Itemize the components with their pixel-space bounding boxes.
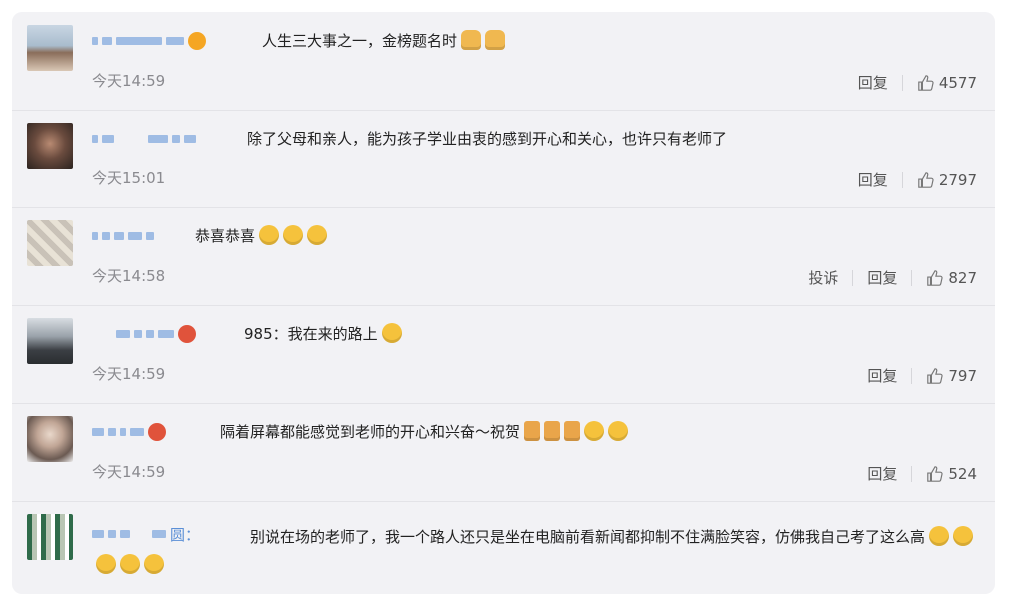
username-blurred[interactable]: [92, 225, 154, 247]
avatar[interactable]: [27, 25, 73, 71]
comment-item: 隔着屏幕都能感觉到老师的开心和兴奋～祝贺 今天14:59 回复 524: [12, 403, 995, 502]
divider: [911, 465, 913, 482]
scream-emoji-icon: [283, 225, 304, 245]
comment-actions: 回复 4577: [858, 72, 977, 93]
laughing-emoji-icon: [929, 526, 950, 546]
divider: [911, 367, 913, 384]
divider: [852, 269, 854, 286]
username-blurred[interactable]: [92, 323, 196, 345]
crying-laughing-emoji-icon: [96, 554, 116, 574]
like-count: 827: [948, 268, 977, 287]
reply-button[interactable]: 回复: [867, 463, 897, 484]
comment-text: 985：我在来的路上: [244, 323, 402, 345]
avatar[interactable]: [27, 123, 73, 169]
like-button[interactable]: 4577: [917, 74, 977, 92]
like-button[interactable]: 827: [926, 269, 977, 287]
like-count: 797: [948, 366, 977, 385]
comment-text: 别说在场的老师了，我一个路人还只是坐在电脑前看新闻都抑制不住满脸笑容，仿佛我自己…: [92, 523, 992, 579]
divider: [901, 171, 903, 188]
comment-actions: 投诉 回复 827: [808, 267, 977, 288]
comment-item: 圆： 别说在场的老师了，我一个路人还只是坐在电脑前看新闻都抑制不住满脸笑容，仿佛…: [12, 501, 995, 594]
thumbs-up-emoji-icon: [461, 30, 482, 50]
divider: [911, 269, 913, 286]
like-button[interactable]: 797: [926, 367, 977, 385]
comment-time: 今天14:59: [92, 463, 166, 481]
username-blurred[interactable]: [92, 128, 196, 150]
crying-emoji-icon: [381, 323, 402, 343]
laughing-emoji-icon: [953, 526, 974, 546]
avatar[interactable]: [27, 416, 73, 462]
comment-actions: 回复 524: [867, 463, 977, 484]
user-badge-icon: [178, 325, 196, 343]
username-blurred[interactable]: [92, 421, 166, 443]
comment-text: 除了父母和亲人，能为孩子学业由衷的感到开心和关心，也许只有老师了: [247, 130, 728, 148]
comment-actions: 回复 2797: [858, 169, 977, 190]
comment-item: 恭喜恭喜 今天14:58 投诉 回复 827: [12, 207, 995, 306]
comment-time: 今天14:59: [92, 365, 166, 383]
party-popper-emoji-icon: [524, 421, 541, 441]
like-button[interactable]: 524: [926, 465, 977, 483]
thumbs-up-icon: [918, 74, 934, 91]
thumbs-up-icon: [927, 367, 943, 384]
happy-face-emoji-icon: [584, 421, 605, 441]
scream-emoji-icon: [307, 225, 328, 245]
comment-item: 人生三大事之一，金榜题名时 今天14:59 回复 4577: [12, 12, 995, 111]
comment-text: 隔着屏幕都能感觉到老师的开心和兴奋～祝贺: [220, 421, 629, 443]
username-blurred[interactable]: [92, 30, 206, 52]
comment-time: 今天14:58: [92, 267, 166, 285]
divider: [901, 74, 903, 91]
comment-actions: 回复 797: [867, 365, 977, 386]
thumbs-up-icon: [918, 171, 934, 188]
comment-item: 除了父母和亲人，能为孩子学业由衷的感到开心和关心，也许只有老师了 今天15:01…: [12, 110, 995, 208]
crying-laughing-emoji-icon: [144, 554, 164, 574]
thumbs-up-icon: [927, 269, 943, 286]
party-popper-emoji-icon: [564, 421, 581, 441]
reply-button[interactable]: 回复: [867, 365, 897, 386]
comment-list: 人生三大事之一，金榜题名时 今天14:59 回复 4577 除了父母和亲人，能为…: [12, 12, 995, 594]
comment-text: 人生三大事之一，金榜题名时: [262, 30, 506, 52]
thumbs-up-icon: [927, 465, 943, 482]
like-count: 524: [948, 464, 977, 483]
crying-laughing-emoji-icon: [120, 554, 140, 574]
reply-button[interactable]: 回复: [858, 72, 888, 93]
party-popper-emoji-icon: [544, 421, 561, 441]
reply-button[interactable]: 回复: [858, 169, 888, 190]
scream-emoji-icon: [259, 225, 280, 245]
user-badge-icon: [188, 32, 206, 50]
comment-time: 今天15:01: [92, 169, 166, 187]
avatar[interactable]: [27, 318, 73, 364]
like-count: 4577: [938, 73, 977, 92]
user-badge-icon: [148, 423, 166, 441]
reply-button[interactable]: 回复: [867, 267, 897, 288]
avatar[interactable]: [27, 514, 73, 560]
thumbs-up-emoji-icon: [485, 30, 506, 50]
avatar[interactable]: [27, 220, 73, 266]
like-button[interactable]: 2797: [917, 171, 977, 189]
comment-time: 今天14:59: [92, 72, 166, 90]
like-count: 2797: [938, 170, 977, 189]
comment-text: 恭喜恭喜: [195, 225, 328, 247]
comment-item: 985：我在来的路上 今天14:59 回复 797: [12, 305, 995, 404]
happy-face-emoji-icon: [608, 421, 629, 441]
report-button[interactable]: 投诉: [808, 267, 838, 288]
